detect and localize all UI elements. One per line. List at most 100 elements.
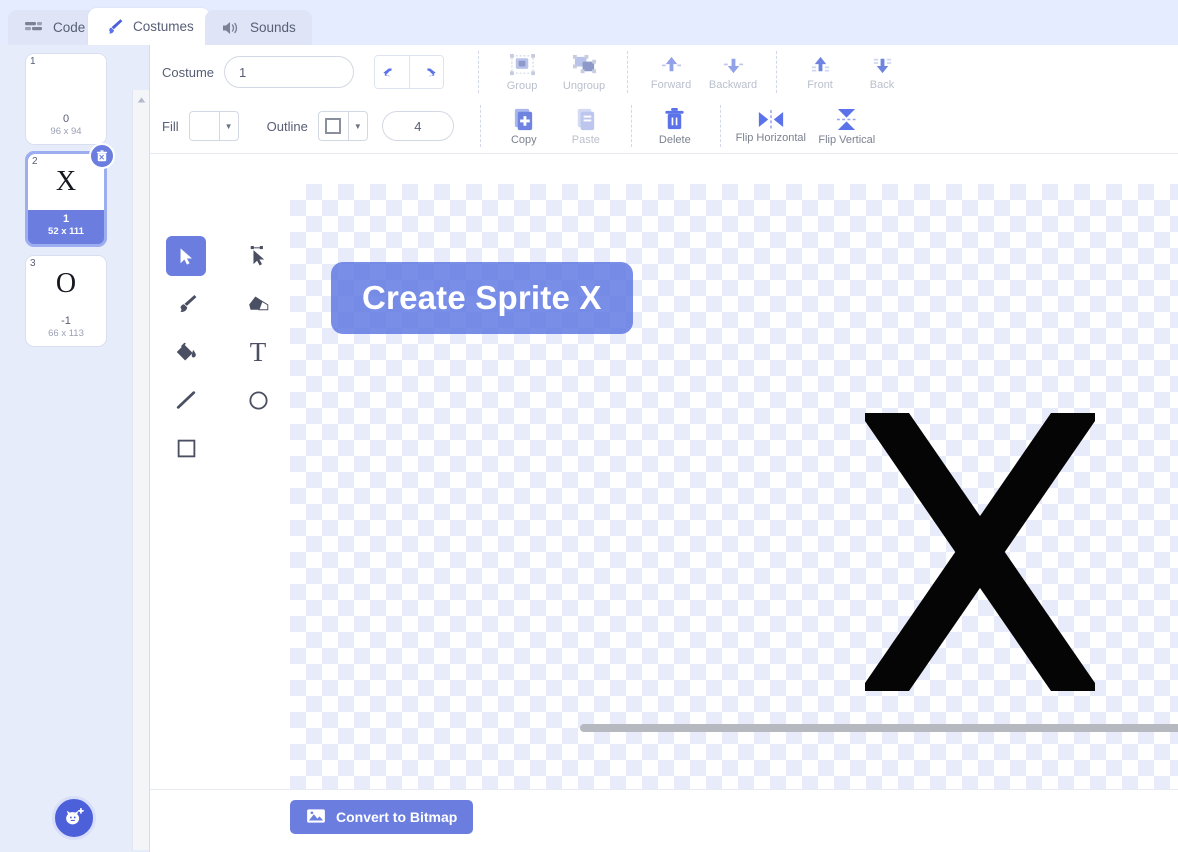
toolbar-divider: [479, 105, 481, 147]
fill-tool[interactable]: [166, 332, 206, 372]
canvas-horizontal-scrollbar[interactable]: [580, 724, 1178, 732]
ungroup-button[interactable]: Ungroup: [553, 53, 615, 92]
paint-toolbar-row-2: Fill ▼ Outline ▼ 4 Copy Paste Delete Fli…: [150, 99, 1178, 154]
circle-tool[interactable]: [238, 380, 278, 420]
costume-list-item[interactable]: 3 O -1 66 x 113: [25, 255, 107, 347]
delete-button[interactable]: Delete: [644, 107, 706, 146]
tool-palette: T: [150, 212, 290, 812]
canvas-artwork-x[interactable]: [865, 413, 1095, 691]
speaker-icon: [221, 19, 241, 37]
copy-icon: [515, 108, 533, 130]
costume-name-input[interactable]: [224, 56, 355, 88]
costume-list-item[interactable]: 1 0 96 x 94: [25, 53, 107, 145]
outline-square-icon: [325, 118, 342, 134]
divider: [150, 789, 1178, 790]
flip-vertical-icon: [837, 108, 857, 130]
outline-color-picker[interactable]: ▼: [317, 111, 368, 141]
undo-icon: [383, 67, 392, 77]
paint-bucket-icon: [176, 342, 196, 360]
line-icon: [176, 391, 196, 409]
back-button[interactable]: Back: [851, 54, 913, 91]
rectangle-icon: [177, 439, 195, 457]
fill-chevron-down-icon[interactable]: ▼: [218, 111, 239, 141]
paint-canvas[interactable]: Create Sprite X: [290, 184, 1178, 789]
costume-list-item-selected[interactable]: 2 X 1 52 x 111: [25, 143, 115, 247]
tab-costumes[interactable]: Costumes: [88, 8, 210, 45]
tab-costumes-label: Costumes: [133, 19, 194, 34]
reshape-node-cursor-icon: [250, 246, 265, 266]
add-costume-button[interactable]: [52, 796, 96, 840]
redo-button[interactable]: [409, 56, 444, 88]
costume-index: 2: [32, 156, 38, 167]
paintbrush-icon: [179, 294, 196, 312]
fill-color-picker[interactable]: ▼: [188, 111, 239, 141]
paste-label: Paste: [571, 133, 600, 146]
flip-horizontal-icon: [758, 109, 783, 129]
undo-redo-group: [374, 55, 445, 89]
tab-bar: Code Costumes Sounds: [0, 0, 1178, 45]
scroll-up-arrow-icon[interactable]: [133, 93, 150, 107]
arrow-down-backward-icon: [723, 58, 743, 73]
paint-toolbar-row-1: Costume 1 Group Ungroup Forward Backward…: [150, 45, 1178, 99]
delete-costume-button[interactable]: [89, 143, 115, 169]
tab-sounds-label: Sounds: [250, 20, 296, 35]
costume-list-scrollbar[interactable]: [132, 90, 149, 850]
backward-button[interactable]: Backward: [702, 54, 764, 91]
costume-index: 1: [30, 56, 36, 67]
costume-index: 3: [30, 258, 36, 269]
costume-size: 66 x 113: [48, 328, 84, 339]
line-tool[interactable]: [166, 380, 206, 420]
outline-chevron-down-icon[interactable]: ▼: [347, 111, 368, 141]
paintbrush-icon: [104, 18, 124, 36]
select-tool[interactable]: [166, 236, 206, 276]
ungroup-label: Ungroup: [562, 79, 606, 92]
create-sprite-banner: Create Sprite X: [331, 262, 633, 334]
rectangle-tool[interactable]: [166, 428, 206, 468]
eraser-tool[interactable]: [238, 284, 278, 324]
trash-icon: [96, 150, 108, 162]
paste-button[interactable]: Paste: [555, 107, 617, 146]
text-tool[interactable]: T: [238, 332, 278, 372]
costume-artwork-glyph: O: [55, 268, 77, 299]
tab-code-label: Code: [53, 20, 86, 35]
costume-name: -1: [61, 315, 71, 327]
arrow-up-forward-icon: [661, 56, 681, 71]
paint-editor: Costume 1 Group Ungroup Forward Backward…: [150, 45, 1178, 852]
tab-sounds[interactable]: Sounds: [205, 10, 312, 45]
group-label: Group: [506, 79, 538, 92]
costume-name: 0: [62, 113, 70, 125]
stroke-width-input[interactable]: [381, 111, 454, 141]
costume-meta: -1 66 x 113: [26, 312, 106, 346]
costume-selector: 1 0 96 x 94 2 X 1 52 x 111 3 O -1 66 x 1…: [0, 45, 150, 852]
undo-button[interactable]: [375, 56, 410, 88]
cat-plus-icon: [66, 808, 84, 825]
costume-meta: 0 96 x 94: [26, 110, 106, 144]
front-button[interactable]: Front: [789, 54, 851, 91]
text-t-icon: T: [249, 336, 267, 367]
toolbar-divider: [627, 51, 629, 93]
backward-label: Backward: [708, 78, 758, 91]
fill-label: Fill: [162, 118, 179, 134]
costume-artwork-glyph: X: [55, 166, 77, 197]
convert-to-bitmap-label: Convert to Bitmap: [336, 809, 458, 825]
costume-list[interactable]: 1 0 96 x 94 2 X 1 52 x 111 3 O -1 66 x 1…: [0, 45, 132, 785]
circle-icon: [248, 390, 268, 410]
convert-to-bitmap-button[interactable]: Convert to Bitmap: [290, 800, 474, 834]
copy-label: Copy: [510, 133, 537, 146]
outline-swatch[interactable]: [317, 111, 348, 141]
group-button[interactable]: Group: [491, 53, 553, 92]
reshape-tool[interactable]: [238, 236, 278, 276]
image-icon: [306, 808, 326, 827]
flip-horizontal-button[interactable]: Flip Horizontal: [733, 109, 809, 144]
arrow-up-front-icon: [811, 56, 829, 72]
ungroup-icon: [572, 54, 596, 73]
code-blocks-icon: [24, 19, 44, 37]
front-label: Front: [807, 78, 833, 91]
copy-button[interactable]: Copy: [493, 107, 555, 146]
brush-tool[interactable]: [166, 284, 206, 324]
group-icon: [509, 53, 535, 75]
flip-vertical-button[interactable]: Flip Vertical: [809, 107, 885, 146]
fill-swatch[interactable]: [188, 111, 219, 141]
costume-name: 1: [62, 213, 70, 225]
forward-button[interactable]: Forward: [640, 54, 702, 91]
